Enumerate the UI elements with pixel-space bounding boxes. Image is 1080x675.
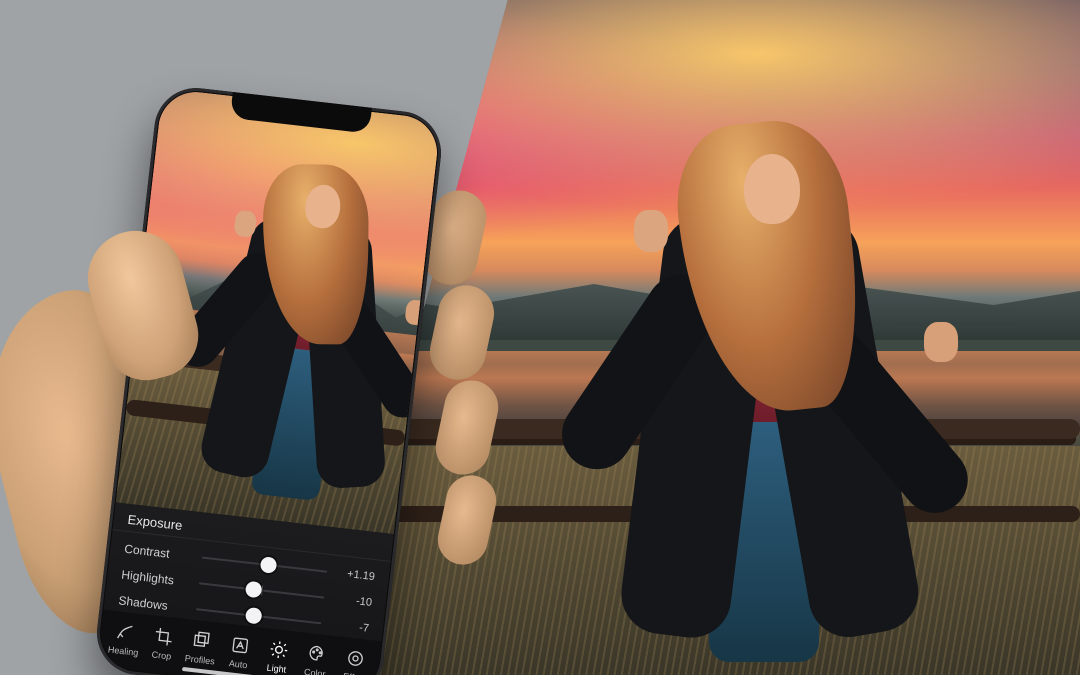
healing-icon [113,620,137,644]
composition: Exposure Contrast +1.19 Highlights [0,0,1080,675]
tool-light[interactable]: Light [257,634,298,675]
highlights-value: -10 [333,593,372,609]
highlights-knob[interactable] [245,581,263,599]
hand-holding-phone: Exposure Contrast +1.19 Highlights [0,80,520,675]
finger [431,375,504,479]
tool-label: Healing [107,644,138,657]
tool-crop[interactable]: Crop [142,621,183,666]
tool-profiles[interactable]: Profiles [181,625,222,670]
profiles-icon [190,629,214,653]
light-icon [266,638,290,662]
auto-icon [228,633,252,657]
subject-person [594,122,954,675]
tool-label: Profiles [184,653,215,666]
tool-label: Crop [151,649,172,661]
shadows-label: Shadows [118,593,187,615]
finger [425,280,500,385]
tool-healing[interactable]: Healing [104,616,145,661]
app-screen: Exposure Contrast +1.19 Highlights [97,88,441,675]
light-panel: Exposure Contrast +1.19 Highlights [97,502,394,675]
tool-color[interactable]: Color [296,638,337,675]
effects-icon [343,646,367,670]
contrast-knob[interactable] [259,556,277,574]
shadows-value: -7 [331,619,370,635]
contrast-value: +1.19 [336,567,375,583]
tool-label: Color [304,667,327,675]
tool-effects[interactable]: Eff… [334,642,375,675]
exposure-label: Exposure [127,512,196,535]
tool-label: Auto [228,658,248,670]
tool-label: Light [266,663,287,675]
tool-auto[interactable]: Auto [219,629,260,674]
crop-icon [151,624,175,648]
shadows-slider[interactable] [196,608,321,624]
tool-label: Eff… [343,671,364,675]
finger [433,471,501,569]
color-icon [305,642,329,666]
shadows-knob[interactable] [245,607,263,625]
